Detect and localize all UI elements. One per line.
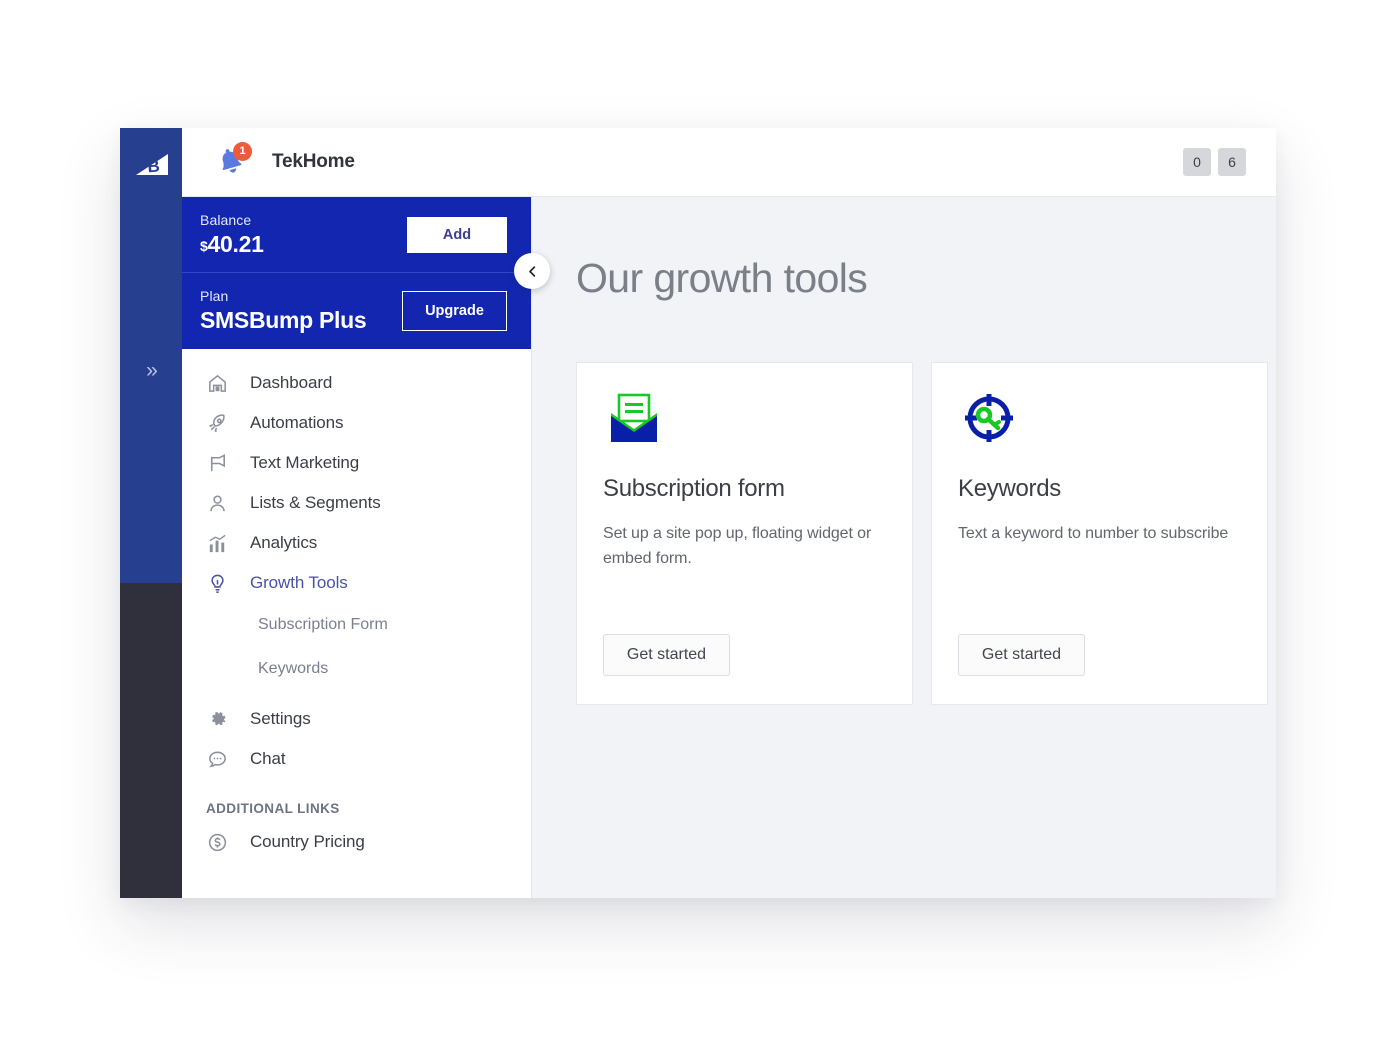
double-chevron-right-icon: »: [146, 359, 158, 382]
app-header: 1 TekHome 0 6: [182, 128, 1276, 197]
person-icon: [206, 491, 236, 515]
open-envelope-icon: [603, 389, 886, 453]
sidebar-item-growth-tools[interactable]: Growth Tools: [182, 563, 531, 603]
card-title: Keywords: [958, 475, 1061, 502]
target-key-icon: [958, 389, 1241, 453]
nav-separator: [182, 691, 531, 699]
card-title: Subscription form: [603, 475, 785, 502]
plan-name: SMSBump Plus: [200, 307, 367, 333]
sidebar-item-lists-segments[interactable]: Lists & Segments: [182, 483, 531, 523]
plan-row: Plan SMSBump Plus Upgrade: [182, 273, 531, 349]
plan-label: Plan: [200, 288, 229, 304]
chevron-left-icon: [528, 265, 535, 277]
sidebar-item-label: Chat: [250, 749, 286, 768]
additional-links-title: ADDITIONAL LINKS: [206, 801, 340, 816]
notification-badge: 1: [233, 142, 252, 161]
get-started-button[interactable]: Get started: [603, 634, 730, 676]
sidebar-item-label: Dashboard: [250, 373, 333, 392]
sidebar-item-text-marketing[interactable]: Text Marketing: [182, 443, 531, 483]
card-subscription-form[interactable]: Subscription form Set up a site pop up, …: [576, 362, 913, 705]
balance-row: Balance $40.21 Add: [182, 197, 531, 273]
add-balance-button[interactable]: Add: [407, 216, 507, 253]
get-started-button[interactable]: Get started: [958, 634, 1085, 676]
balance-value: 40.21: [207, 230, 264, 257]
rocket-icon: [206, 411, 236, 435]
sidebar: Balance $40.21 Add Plan SMSBump Plus Upg…: [182, 197, 532, 898]
account-panel: Balance $40.21 Add Plan SMSBump Plus Upg…: [182, 197, 531, 349]
counter-zero[interactable]: 0: [1183, 148, 1211, 176]
sidebar-item-label: Settings: [250, 709, 311, 728]
sidebar-nav: Dashboard Automations Text Marketing Lis…: [182, 349, 531, 862]
store-name: TekHome: [272, 151, 355, 172]
app-window: B » 1 TekHome 0 6 Balance $40.21 Add Pla…: [120, 128, 1276, 898]
sidebar-item-label: Text Marketing: [250, 453, 360, 472]
sidebar-item-analytics[interactable]: Analytics: [182, 523, 531, 563]
chat-bubble-icon: [206, 747, 236, 771]
screen: B » 1 TekHome 0 6 Balance $40.21 Add Pla…: [0, 0, 1388, 1038]
lightbulb-icon: [206, 571, 236, 595]
sidebar-item-label: Analytics: [250, 533, 318, 552]
sidebar-item-country-pricing[interactable]: Country Pricing: [182, 822, 531, 862]
balance-label: Balance: [200, 211, 252, 228]
card-keywords[interactable]: Keywords Text a keyword to number to sub…: [931, 362, 1268, 705]
currency-symbol: $: [200, 237, 208, 254]
main-content: Our growth tools Subscription form Set u…: [532, 197, 1276, 898]
bar-chart-icon: [206, 531, 236, 555]
page-title: Our growth tools: [576, 255, 868, 301]
sidebar-item-label: Automations: [250, 413, 344, 432]
header-counters: 0 6: [1183, 148, 1246, 176]
sidebar-item-label: Country Pricing: [250, 832, 365, 851]
sidebar-subitem-subscription-form[interactable]: Subscription Form: [182, 603, 531, 647]
home-icon: [206, 371, 236, 395]
bsb-logo-icon[interactable]: B: [132, 146, 172, 186]
card-description: Text a keyword to number to subscribe: [958, 525, 1229, 542]
sidebar-item-label: Lists & Segments: [250, 493, 381, 512]
notification-bell[interactable]: 1: [214, 142, 252, 179]
sidebar-subitem-keywords[interactable]: Keywords: [182, 647, 531, 691]
megaphone-icon: [206, 451, 236, 475]
upgrade-plan-button[interactable]: Upgrade: [402, 291, 507, 331]
balance-amount: $40.21: [200, 231, 407, 258]
growth-tools-cards: Subscription form Set up a site pop up, …: [576, 362, 1276, 705]
rail-expand-toggle[interactable]: »: [120, 356, 182, 386]
card-description: Set up a site pop up, floating widget or…: [603, 525, 872, 567]
sidebar-collapse-toggle[interactable]: [514, 253, 550, 289]
sidebar-item-dashboard[interactable]: Dashboard: [182, 363, 531, 403]
svg-text:B: B: [147, 157, 161, 177]
dollar-circle-icon: [206, 830, 236, 854]
sidebar-item-automations[interactable]: Automations: [182, 403, 531, 443]
sidebar-item-chat[interactable]: Chat: [182, 739, 531, 779]
sidebar-item-label: Growth Tools: [250, 573, 348, 592]
counter-six[interactable]: 6: [1218, 148, 1246, 176]
gear-icon: [206, 707, 236, 731]
app-rail: B »: [120, 128, 182, 898]
sidebar-item-settings[interactable]: Settings: [182, 699, 531, 739]
